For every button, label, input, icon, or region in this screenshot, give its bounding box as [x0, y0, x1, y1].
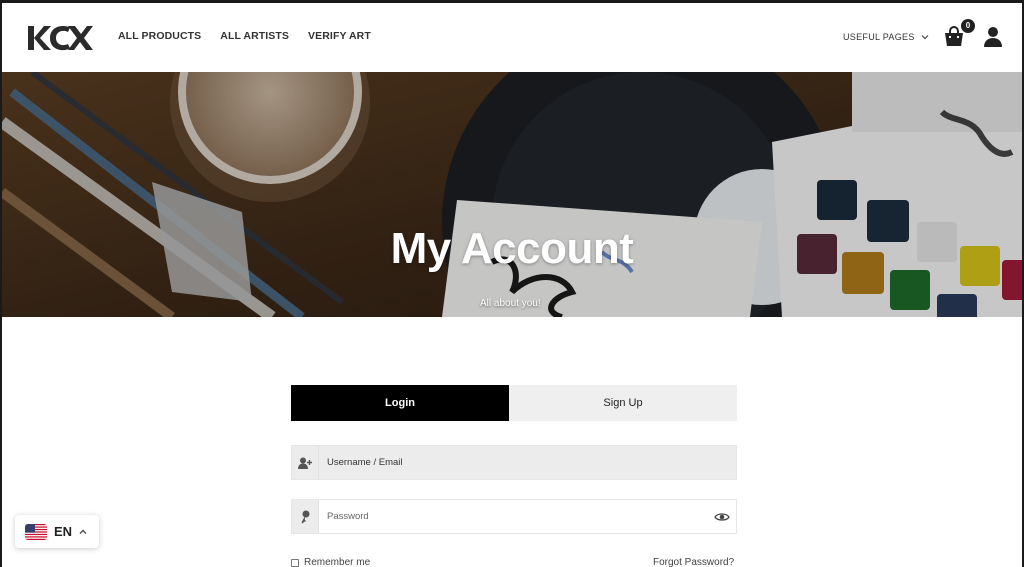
- nav-verify-art[interactable]: VERIFY ART: [308, 30, 371, 42]
- forgot-password-link[interactable]: Forgot Password?: [653, 557, 734, 567]
- user-plus-icon: [292, 446, 319, 479]
- username-field: [291, 445, 737, 480]
- site-header: ALL PRODUCTS ALL ARTISTS VERIFY ART USEF…: [2, 3, 1022, 72]
- tab-sign-up[interactable]: Sign Up: [509, 385, 737, 421]
- remember-me[interactable]: Remember me: [291, 557, 370, 567]
- useful-pages-dropdown[interactable]: USEFUL PAGES: [843, 32, 929, 42]
- password-field: [291, 499, 737, 534]
- main-nav: ALL PRODUCTS ALL ARTISTS VERIFY ART: [118, 30, 371, 42]
- user-account-icon[interactable]: [983, 26, 1003, 47]
- chevron-down-icon: [921, 35, 929, 40]
- nav-all-artists[interactable]: ALL ARTISTS: [220, 30, 289, 42]
- eye-icon[interactable]: [714, 509, 730, 525]
- password-input[interactable]: [319, 500, 714, 533]
- tab-login[interactable]: Login: [291, 385, 509, 421]
- nav-all-products[interactable]: ALL PRODUCTS: [118, 30, 201, 42]
- username-input[interactable]: [319, 446, 736, 479]
- us-flag-icon: [25, 523, 47, 540]
- page-subtitle: All about you!: [480, 298, 541, 309]
- remember-me-checkbox[interactable]: [291, 558, 299, 567]
- language-switcher[interactable]: EN: [15, 515, 99, 548]
- useful-pages-label: USEFUL PAGES: [843, 32, 915, 42]
- hero-background-image: [2, 72, 1022, 317]
- page-title: My Account: [390, 224, 634, 273]
- chevron-up-icon: [79, 529, 87, 534]
- hero-banner: My Account All about you!: [2, 72, 1022, 317]
- language-code: EN: [54, 524, 73, 539]
- cart-count-badge: 0: [961, 19, 975, 33]
- brand-logo[interactable]: [26, 23, 94, 53]
- auth-tabs: Login Sign Up: [291, 385, 737, 421]
- key-icon: [292, 500, 319, 533]
- remember-me-label: Remember me: [304, 557, 371, 567]
